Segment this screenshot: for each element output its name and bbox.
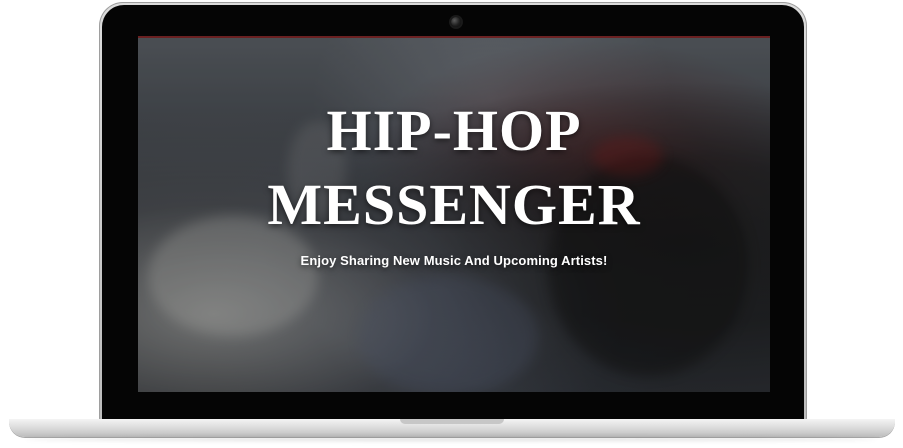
page-title-line-2: MESSENGER (267, 172, 641, 238)
page-title: HIP-HOP MESSENGER (138, 94, 770, 242)
hero-section: HIP-HOP MESSENGER Enjoy Sharing New Musi… (138, 94, 770, 268)
laptop-lid: HIP-HOP MESSENGER Enjoy Sharing New Musi… (99, 2, 807, 422)
laptop-bezel: HIP-HOP MESSENGER Enjoy Sharing New Musi… (102, 5, 804, 422)
camera-icon (451, 17, 461, 27)
page-title-line-1: HIP-HOP (326, 98, 582, 163)
hero-subtitle: Enjoy Sharing New Music And Upcoming Art… (300, 253, 608, 269)
screenshot-stage: HIP-HOP MESSENGER Enjoy Sharing New Musi… (0, 0, 903, 448)
laptop-base (9, 419, 895, 437)
laptop-base-notch (400, 419, 504, 424)
laptop-base-shadow (26, 437, 876, 441)
laptop-screen: HIP-HOP MESSENGER Enjoy Sharing New Musi… (138, 36, 770, 392)
